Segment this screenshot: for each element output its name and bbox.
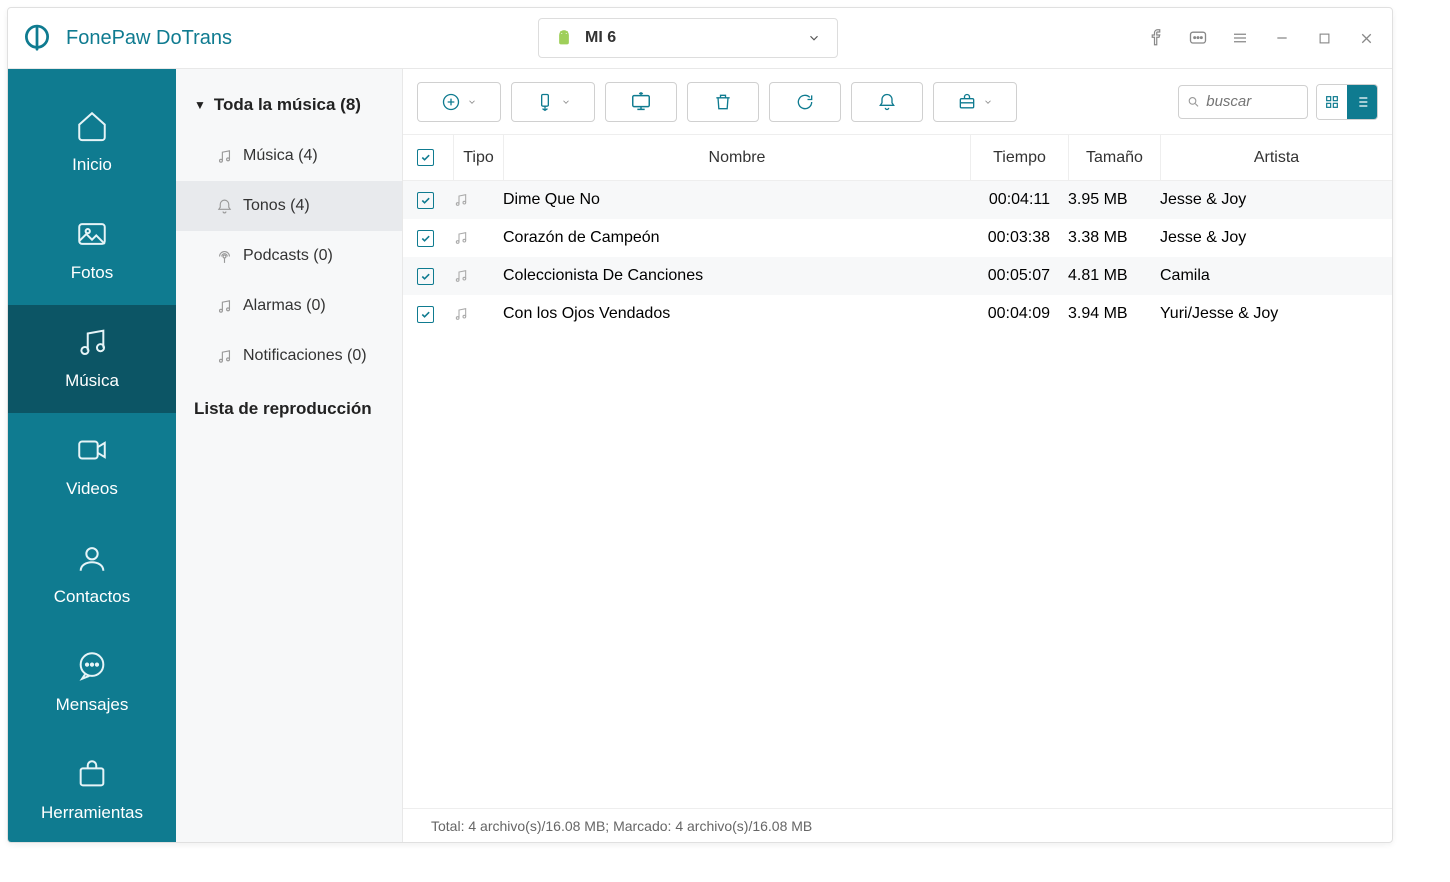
category-item-label: Podcasts (0) [243, 247, 333, 265]
col-header-size[interactable]: Tamaño [1068, 135, 1160, 180]
cell-time: 00:05:07 [970, 267, 1068, 285]
cell-size: 3.38 MB [1068, 229, 1160, 247]
chevron-down-icon [807, 31, 821, 45]
triangle-down-icon: ▼ [194, 98, 206, 112]
toolbox-button[interactable] [933, 82, 1017, 122]
search-icon [1187, 94, 1200, 110]
view-grid-button[interactable] [1317, 85, 1347, 119]
cell-size: 3.94 MB [1068, 305, 1160, 323]
export-device-button[interactable] [511, 82, 595, 122]
music-icon [453, 230, 503, 246]
search-input[interactable] [1206, 93, 1299, 110]
playlist-header[interactable]: Lista de reproducción [176, 381, 402, 437]
cell-time: 00:04:09 [970, 305, 1068, 323]
sidebar-item-label: Inicio [72, 155, 112, 175]
col-header-time[interactable]: Tiempo [970, 135, 1068, 180]
col-header-type[interactable]: Tipo [453, 135, 503, 180]
refresh-button[interactable] [769, 82, 841, 122]
view-list-button[interactable] [1347, 85, 1377, 119]
cell-size: 3.95 MB [1068, 191, 1160, 209]
device-name: MI 6 [585, 29, 616, 47]
sidebar-item-contactos[interactable]: Contactos [8, 521, 176, 629]
music-icon [453, 306, 503, 322]
category-item-label: Alarmas (0) [243, 297, 326, 315]
category-item-notificaciones[interactable]: Notificaciones (0) [176, 331, 402, 381]
sidebar-item-herramientas[interactable]: Herramientas [8, 737, 176, 843]
table-row[interactable]: Coleccionista De Canciones 00:05:07 4.81… [403, 257, 1392, 295]
facebook-icon[interactable] [1144, 26, 1168, 50]
category-panel: ▼ Toda la música (8) Música (4) Tonos (4… [176, 69, 403, 842]
music-icon [453, 268, 503, 284]
sidebar-item-label: Música [65, 371, 119, 391]
category-item-tonos[interactable]: Tonos (4) [176, 181, 402, 231]
sidebar-item-label: Contactos [54, 587, 131, 607]
table-row[interactable]: Dime Que No 00:04:11 3.95 MB Jesse & Joy [403, 181, 1392, 219]
status-text: Total: 4 archivo(s)/16.08 MB; Marcado: 4… [431, 818, 812, 834]
sidebar: Inicio Fotos Música Videos Contactos Men… [8, 69, 176, 842]
category-item-podcasts[interactable]: Podcasts (0) [176, 231, 402, 281]
category-item-musica[interactable]: Música (4) [176, 131, 402, 181]
app-title: FonePaw DoTrans [66, 27, 232, 50]
row-checkbox[interactable] [417, 268, 434, 285]
export-pc-button[interactable] [605, 82, 677, 122]
delete-button[interactable] [687, 82, 759, 122]
cell-artist: Jesse & Joy [1160, 191, 1392, 209]
maximize-icon[interactable] [1312, 26, 1336, 50]
category-item-label: Notificaciones (0) [243, 347, 367, 365]
col-header-name[interactable]: Nombre [503, 135, 970, 180]
cell-name: Corazón de Campeón [503, 229, 970, 247]
col-header-artist[interactable]: Artista [1160, 135, 1392, 180]
table-header: Tipo Nombre Tiempo Tamaño Artista [403, 135, 1392, 181]
sidebar-item-label: Videos [66, 479, 118, 499]
sidebar-item-musica[interactable]: Música [8, 305, 176, 413]
category-item-label: Tonos (4) [243, 197, 310, 215]
cell-time: 00:03:38 [970, 229, 1068, 247]
sidebar-item-mensajes[interactable]: Mensajes [8, 629, 176, 737]
sidebar-item-inicio[interactable]: Inicio [8, 89, 176, 197]
ringtone-button[interactable] [851, 82, 923, 122]
menu-icon[interactable] [1228, 26, 1252, 50]
cell-name: Dime Que No [503, 191, 970, 209]
sidebar-item-label: Fotos [71, 263, 114, 283]
music-icon [453, 192, 503, 208]
cell-time: 00:04:11 [970, 191, 1068, 209]
table-row[interactable]: Con los Ojos Vendados 00:04:09 3.94 MB Y… [403, 295, 1392, 333]
sidebar-item-label: Mensajes [56, 695, 129, 715]
table-row[interactable]: Corazón de Campeón 00:03:38 3.38 MB Jess… [403, 219, 1392, 257]
app-logo-icon [22, 23, 52, 53]
add-button[interactable] [417, 82, 501, 122]
sidebar-item-videos[interactable]: Videos [8, 413, 176, 521]
toolbar [403, 69, 1392, 135]
android-icon [555, 29, 573, 47]
cell-name: Con los Ojos Vendados [503, 305, 970, 323]
category-header[interactable]: ▼ Toda la música (8) [176, 87, 402, 131]
row-checkbox[interactable] [417, 306, 434, 323]
cell-artist: Camila [1160, 267, 1392, 285]
category-item-alarmas[interactable]: Alarmas (0) [176, 281, 402, 331]
sidebar-item-label: Herramientas [41, 803, 143, 823]
category-header-label: Toda la música (8) [214, 95, 361, 115]
row-checkbox[interactable] [417, 192, 434, 209]
row-checkbox[interactable] [417, 230, 434, 247]
select-all-checkbox[interactable] [417, 149, 434, 166]
sidebar-item-fotos[interactable]: Fotos [8, 197, 176, 305]
close-icon[interactable] [1354, 26, 1378, 50]
cell-artist: Jesse & Joy [1160, 229, 1392, 247]
search-input-wrap[interactable] [1178, 85, 1308, 119]
category-item-label: Música (4) [243, 147, 318, 165]
status-bar: Total: 4 archivo(s)/16.08 MB; Marcado: 4… [403, 808, 1392, 842]
cell-name: Coleccionista De Canciones [503, 267, 970, 285]
cell-artist: Yuri/Jesse & Joy [1160, 305, 1392, 323]
minimize-icon[interactable] [1270, 26, 1294, 50]
feedback-icon[interactable] [1186, 26, 1210, 50]
device-selector[interactable]: MI 6 [538, 18, 838, 58]
cell-size: 4.81 MB [1068, 267, 1160, 285]
